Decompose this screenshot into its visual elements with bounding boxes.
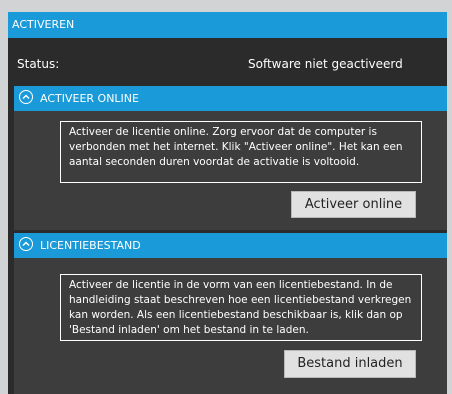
online-section-header[interactable]: ACTIVEER ONLINE xyxy=(14,86,447,111)
chevron-up-icon[interactable] xyxy=(19,237,33,251)
status-value: Software niet geactiveerd xyxy=(248,57,403,71)
file-description: Activeer de licentie in de vorm van een … xyxy=(60,274,422,341)
online-description: Activeer de licentie online. Zorg ervoor… xyxy=(60,121,422,183)
online-section-title: ACTIVEER ONLINE xyxy=(40,92,139,105)
panel-title: ACTIVEREN xyxy=(12,18,75,31)
load-file-button[interactable]: Bestand inladen xyxy=(284,350,416,378)
panel-header: ACTIVEREN xyxy=(8,12,447,38)
status-label: Status: xyxy=(17,57,60,71)
activate-online-button[interactable]: Activeer online xyxy=(291,191,416,218)
activation-panel: ACTIVEREN Status: Software niet geactive… xyxy=(8,12,447,394)
file-section-body: Activeer de licentie in de vorm van een … xyxy=(14,258,447,394)
status-row: Status: Software niet geactiveerd xyxy=(8,54,447,74)
online-section-body: Activeer de licentie online. Zorg ervoor… xyxy=(14,111,447,230)
file-section-title: LICENTIEBESTAND xyxy=(40,239,141,252)
chevron-up-icon[interactable] xyxy=(19,90,33,104)
file-section-header[interactable]: LICENTIEBESTAND xyxy=(14,233,447,258)
